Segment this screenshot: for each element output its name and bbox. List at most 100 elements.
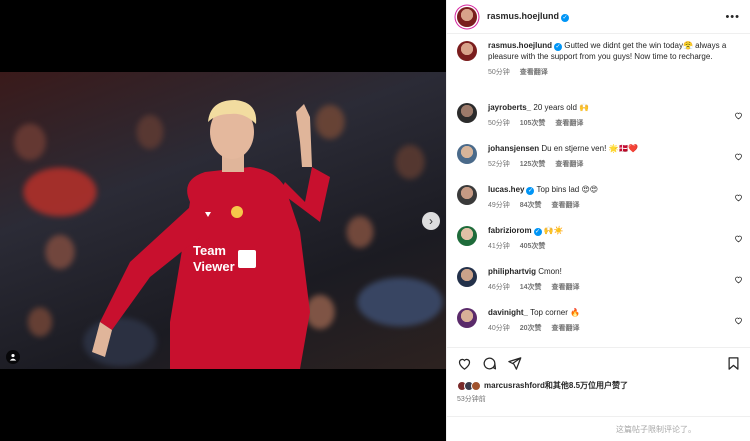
likes-username[interactable]: marcusrashford bbox=[484, 381, 545, 390]
comment-time: 52分钟 bbox=[488, 161, 510, 168]
comment-username[interactable]: rasmus.hoejlund bbox=[488, 41, 552, 50]
comment-item: fabriziorom ✓ 🙌☀️ 41分钟 405次赞 bbox=[447, 225, 750, 266]
next-media-button[interactable]: › bbox=[422, 212, 440, 230]
comment-body: fabriziorom ✓ 🙌☀️ 41分钟 405次赞 bbox=[488, 225, 728, 266]
heart-icon[interactable] bbox=[734, 234, 743, 243]
comment-avatar[interactable] bbox=[457, 41, 477, 61]
comment-time: 50分钟 bbox=[488, 69, 510, 76]
heart-icon[interactable] bbox=[457, 356, 472, 371]
comment-item: davinight_ Top corner 🔥 40分钟 20次赞 查看翻译 bbox=[447, 307, 750, 348]
comment-time: 46分钟 bbox=[488, 284, 510, 291]
comment-body: lucas.hey ✓ Top bins lad 😍😍 49分钟 84次赞 查看翻… bbox=[488, 184, 728, 225]
comment-username[interactable]: johansjensen bbox=[488, 144, 539, 153]
comment-content: 🙌☀️ bbox=[543, 226, 564, 235]
likes-suffix[interactable]: 和其他8.5万位用户赞了 bbox=[545, 381, 628, 390]
comment-username[interactable]: philiphartvig bbox=[488, 267, 536, 276]
translate-link[interactable]: 查看翻译 bbox=[520, 69, 548, 76]
heart-icon[interactable] bbox=[734, 316, 743, 325]
comment-time: 40分钟 bbox=[488, 325, 510, 332]
verified-icon: ✓ bbox=[533, 228, 542, 236]
comment-content: Top bins lad 😍😍 bbox=[536, 185, 599, 194]
user-tag-icon bbox=[9, 353, 17, 361]
post-time: 53分钟前 bbox=[457, 396, 486, 403]
comment-likes[interactable]: 14次赞 bbox=[520, 284, 542, 291]
comment-likes[interactable]: 105次赞 bbox=[520, 120, 546, 127]
comment-meta: 49分钟 84次赞 查看翻译 bbox=[488, 200, 728, 210]
media-column: Team Viewer › bbox=[0, 0, 446, 441]
comment-time: 49分钟 bbox=[488, 202, 510, 209]
comment-content: Cmon! bbox=[538, 267, 562, 276]
comment-avatar[interactable] bbox=[457, 267, 477, 287]
more-icon[interactable]: ••• bbox=[725, 11, 740, 23]
bookmark-icon[interactable] bbox=[726, 356, 741, 371]
comment-content: Top corner 🔥 bbox=[530, 308, 581, 317]
comment-body: philiphartvig Cmon! 46分钟 14次赞 查看翻译 bbox=[488, 266, 728, 307]
translate-link[interactable]: 查看翻译 bbox=[552, 202, 580, 209]
translate-link[interactable]: 查看翻译 bbox=[552, 325, 580, 332]
caption-item: rasmus.hoejlund ✓ Gutted we didnt get the… bbox=[447, 40, 750, 102]
comment-likes[interactable]: 125次赞 bbox=[520, 161, 546, 168]
liker-avatar bbox=[471, 380, 481, 391]
comment-avatar[interactable] bbox=[457, 308, 477, 328]
verified-icon: ✓ bbox=[561, 14, 570, 22]
comment-body: rasmus.hoejlund ✓ Gutted we didnt get the… bbox=[488, 40, 728, 102]
comment-item: philiphartvig Cmon! 46分钟 14次赞 查看翻译 bbox=[447, 266, 750, 307]
post-footer: marcusrashford和其他8.5万位用户赞了 53分钟前 bbox=[447, 347, 750, 404]
comment-text: fabriziorom ✓ 🙌☀️ bbox=[488, 225, 728, 236]
comment-text: davinight_ Top corner 🔥 bbox=[488, 307, 728, 318]
translate-link[interactable]: 查看翻译 bbox=[555, 161, 583, 168]
action-bar bbox=[457, 354, 741, 372]
author-avatar[interactable] bbox=[457, 6, 477, 27]
comment-likes[interactable]: 20次赞 bbox=[520, 325, 542, 332]
user-tag-button[interactable] bbox=[6, 350, 20, 364]
comment-username[interactable]: davinight_ bbox=[488, 308, 528, 317]
likes-text[interactable]: marcusrashford和其他8.5万位用户赞了 bbox=[484, 380, 628, 391]
heart-icon[interactable] bbox=[734, 275, 743, 284]
post-side-panel: rasmus.hoejlund ✓ ••• rasmus.hoejlund ✓ Gu… bbox=[446, 0, 750, 441]
liker-avatars bbox=[457, 380, 481, 391]
comment-avatar[interactable] bbox=[457, 185, 477, 205]
share-icon[interactable] bbox=[507, 356, 522, 371]
svg-text:Viewer: Viewer bbox=[193, 259, 235, 274]
player-illustration: Team Viewer bbox=[92, 100, 330, 369]
post-header: rasmus.hoejlund ✓ ••• bbox=[447, 0, 750, 34]
heart-icon[interactable] bbox=[734, 193, 743, 202]
comment-text: lucas.hey ✓ Top bins lad 😍😍 bbox=[488, 184, 728, 195]
comment-text: philiphartvig Cmon! bbox=[488, 266, 728, 277]
comment-time: 50分钟 bbox=[488, 120, 510, 127]
comment-username[interactable]: fabriziorom bbox=[488, 226, 532, 235]
comment-likes[interactable]: 84次赞 bbox=[520, 202, 542, 209]
comment-body: johansjensen Du en stjerne ven! 🌟🇩🇰❤️ 52… bbox=[488, 143, 728, 184]
translate-link[interactable]: 查看翻译 bbox=[552, 284, 580, 291]
author-username[interactable]: rasmus.hoejlund ✓ bbox=[487, 11, 570, 22]
comment-text: jayroberts_ 20 years old 🙌 bbox=[488, 102, 728, 113]
translate-link[interactable]: 查看翻译 bbox=[555, 120, 583, 127]
instagram-post-modal: Team Viewer › rasmus.hoejlund ✓ ••• rasm… bbox=[0, 0, 750, 441]
comment-meta: 41分钟 405次赞 bbox=[488, 241, 728, 251]
comments-disabled-text: 这篇帖子限制评论了。 bbox=[616, 424, 696, 434]
comment-username[interactable]: jayroberts_ bbox=[488, 103, 531, 112]
svg-text:Team: Team bbox=[193, 243, 226, 258]
verified-icon: ✓ bbox=[526, 187, 535, 195]
heart-icon[interactable] bbox=[734, 152, 743, 161]
comment-meta: 50分钟 105次赞 查看翻译 bbox=[488, 118, 728, 128]
comment-meta: 52分钟 125次赞 查看翻译 bbox=[488, 159, 728, 169]
post-photo[interactable]: Team Viewer › bbox=[0, 72, 446, 369]
likes-summary: marcusrashford和其他8.5万位用户赞了 bbox=[457, 380, 741, 391]
comment-meta: 50分钟 查看翻译 bbox=[488, 67, 728, 77]
comment-likes[interactable]: 405次赞 bbox=[520, 243, 546, 250]
comment-avatar[interactable] bbox=[457, 144, 477, 164]
comment-meta: 46分钟 14次赞 查看翻译 bbox=[488, 282, 728, 292]
heart-icon[interactable] bbox=[734, 111, 743, 120]
comment-time: 41分钟 bbox=[488, 243, 510, 250]
comment-avatar[interactable] bbox=[457, 103, 477, 123]
comment-text: johansjensen Du en stjerne ven! 🌟🇩🇰❤️ bbox=[488, 143, 728, 154]
comment-avatar[interactable] bbox=[457, 226, 477, 246]
comment-body: davinight_ Top corner 🔥 40分钟 20次赞 查看翻译 bbox=[488, 307, 728, 348]
comment-body: jayroberts_ 20 years old 🙌 50分钟 105次赞 查看… bbox=[488, 102, 728, 143]
comment-username[interactable]: lucas.hey bbox=[488, 185, 524, 194]
chevron-right-icon: › bbox=[429, 214, 433, 228]
comment-content: Du en stjerne ven! 🌟🇩🇰❤️ bbox=[541, 144, 639, 153]
author-username-text[interactable]: rasmus.hoejlund bbox=[487, 11, 559, 21]
comment-icon[interactable] bbox=[482, 356, 497, 371]
